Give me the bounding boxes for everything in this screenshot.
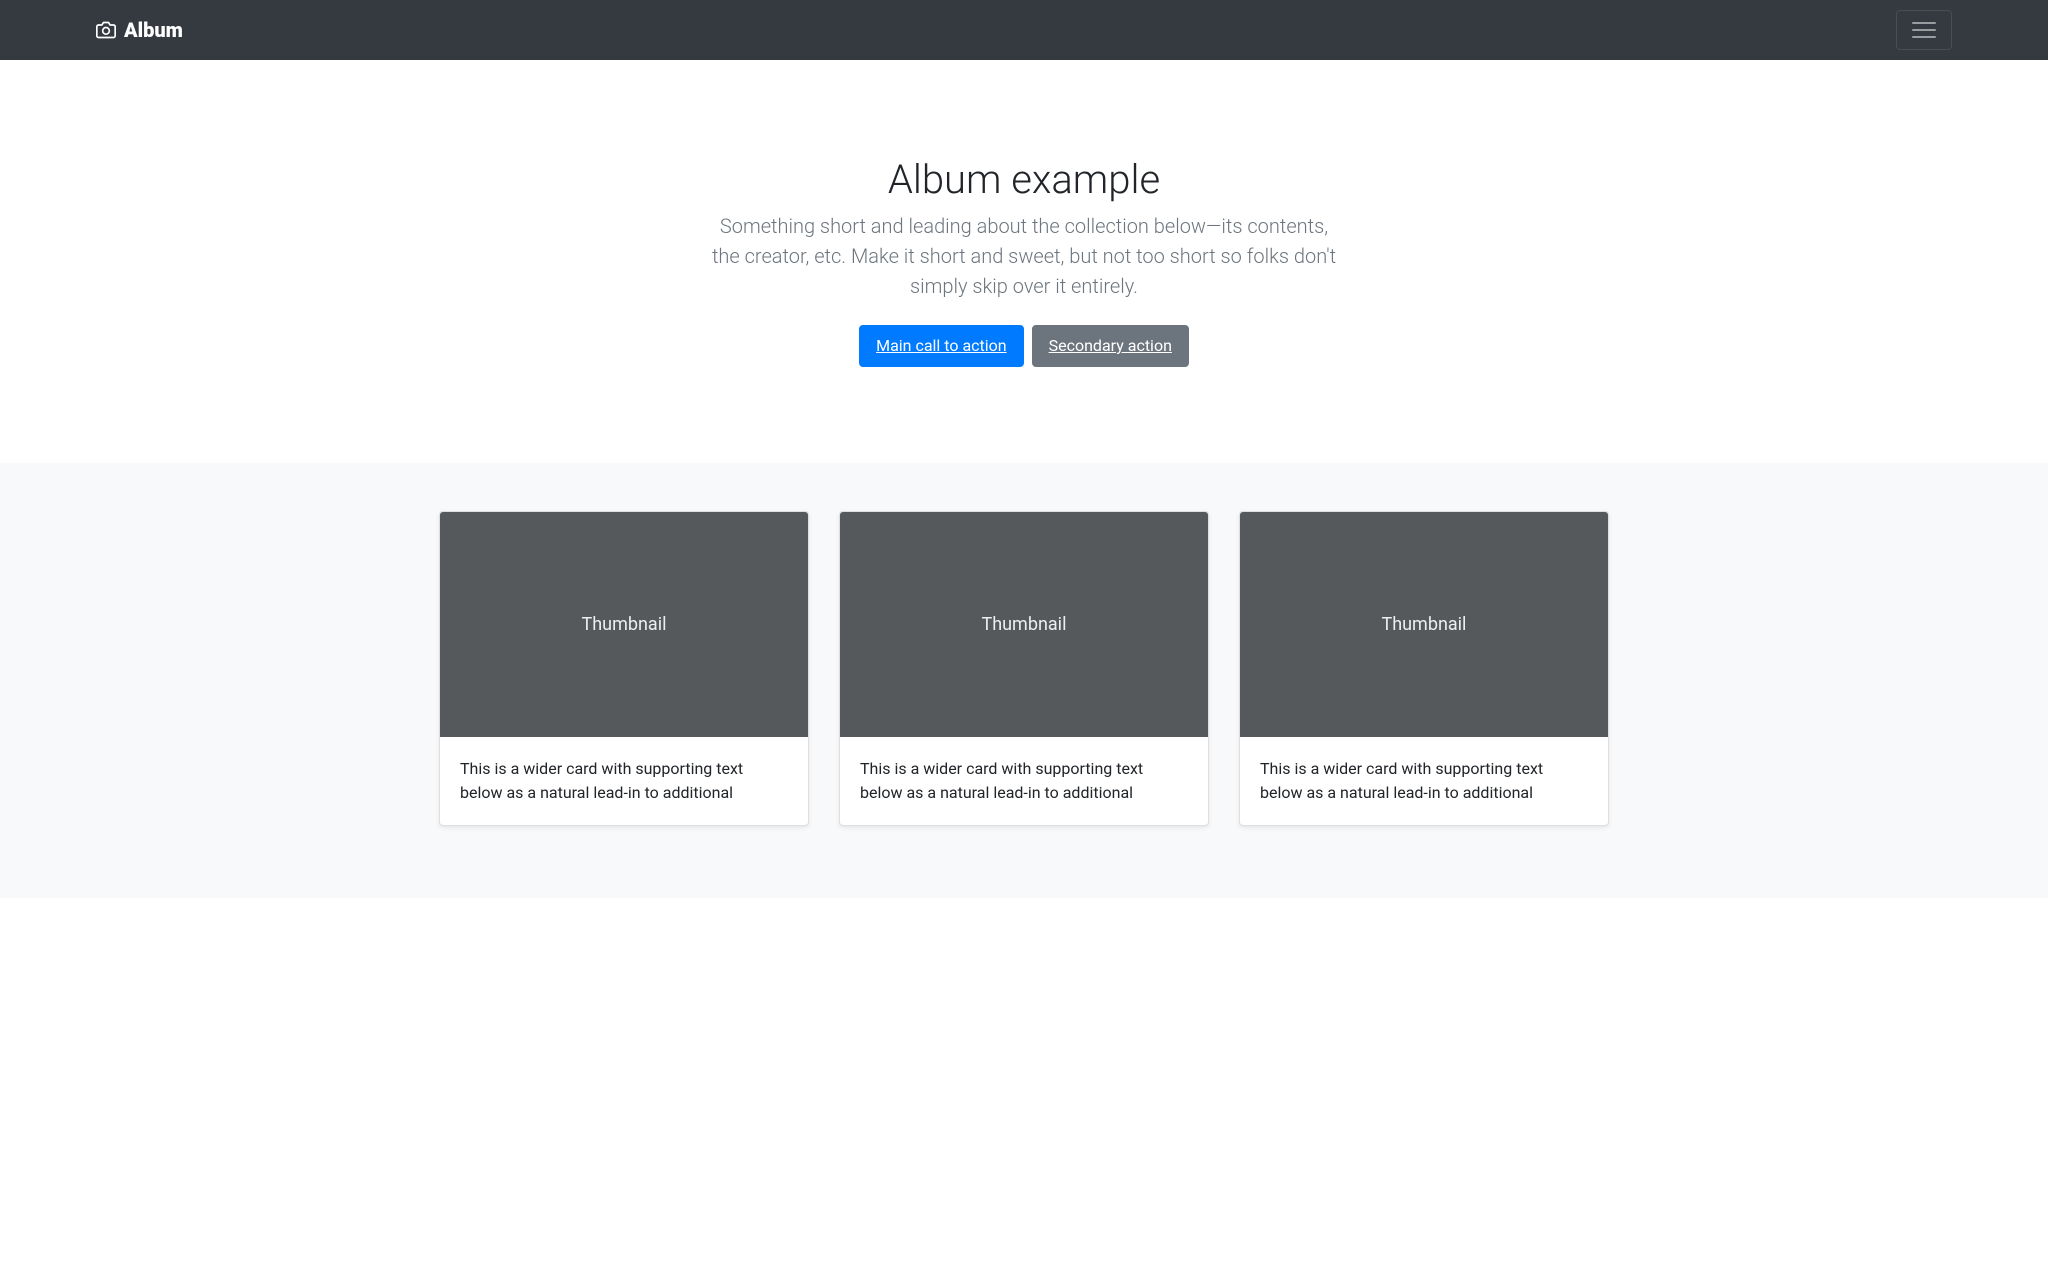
primary-cta-button[interactable]: Main call to action [859, 325, 1024, 367]
card-body: This is a wider card with supporting tex… [840, 737, 1208, 825]
hamburger-icon [1912, 22, 1936, 24]
thumbnail-label: Thumbnail [1381, 614, 1466, 635]
card-row: Thumbnail This is a wider card with supp… [424, 511, 1624, 850]
card-body: This is a wider card with supporting tex… [1240, 737, 1608, 825]
card-thumbnail: Thumbnail [840, 512, 1208, 737]
card-body: This is a wider card with supporting tex… [440, 737, 808, 825]
album-card: Thumbnail This is a wider card with supp… [839, 511, 1209, 826]
camera-icon [96, 20, 116, 40]
hero-section: Album example Something short and leadin… [0, 60, 2048, 463]
navbar-brand[interactable]: Album [16, 18, 183, 42]
album-card: Thumbnail This is a wider card with supp… [439, 511, 809, 826]
hero-lead: Something short and leading about the co… [704, 211, 1344, 301]
card-text: This is a wider card with supporting tex… [860, 757, 1188, 805]
navbar-toggler-button[interactable] [1896, 10, 1952, 50]
navbar: Album [0, 0, 2048, 60]
card-text: This is a wider card with supporting tex… [460, 757, 788, 805]
hamburger-icon [1912, 29, 1936, 31]
card-thumbnail: Thumbnail [440, 512, 808, 737]
secondary-cta-button[interactable]: Secondary action [1032, 325, 1189, 367]
card-thumbnail: Thumbnail [1240, 512, 1608, 737]
hero-title: Album example [704, 156, 1344, 203]
album-section: Thumbnail This is a wider card with supp… [0, 463, 2048, 898]
thumbnail-label: Thumbnail [582, 614, 667, 635]
card-text: This is a wider card with supporting tex… [1260, 757, 1588, 805]
thumbnail-label: Thumbnail [981, 614, 1066, 635]
navbar-brand-text: Album [124, 18, 183, 42]
album-card: Thumbnail This is a wider card with supp… [1239, 511, 1609, 826]
hamburger-icon [1912, 36, 1936, 38]
